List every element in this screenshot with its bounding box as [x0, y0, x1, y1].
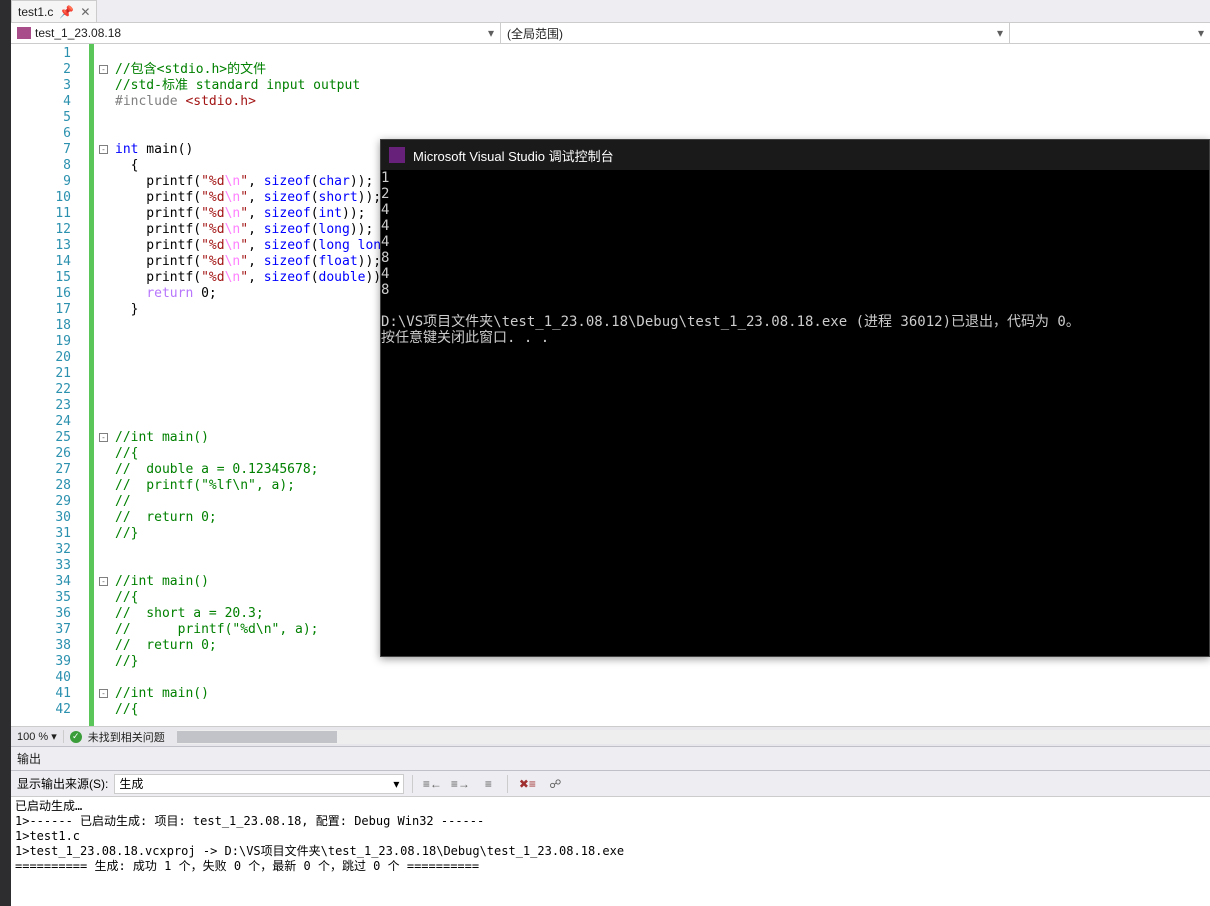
pin-icon[interactable]: 📌: [59, 5, 74, 19]
line-number: 28: [11, 478, 71, 494]
nav-dropdown-row: test_1_23.08.18 ▾ (全局范围) ▾ ▾: [11, 22, 1210, 44]
line-number: 10: [11, 190, 71, 206]
left-tool-rail[interactable]: [0, 0, 11, 906]
line-number: 39: [11, 654, 71, 670]
line-number: 20: [11, 350, 71, 366]
line-number: 23: [11, 398, 71, 414]
member-scope-dropdown[interactable]: ▾: [1010, 23, 1210, 43]
line-number: 11: [11, 206, 71, 222]
line-number: 15: [11, 270, 71, 286]
line-number: 26: [11, 446, 71, 462]
line-number: 4: [11, 94, 71, 110]
line-number: 30: [11, 510, 71, 526]
fold-toggle-icon[interactable]: -: [99, 689, 108, 698]
output-source-dropdown[interactable]: 生成 ▾: [114, 774, 404, 794]
line-number: 35: [11, 590, 71, 606]
tab-label: test1.c: [18, 5, 53, 19]
line-number: 21: [11, 366, 71, 382]
line-number: 3: [11, 78, 71, 94]
close-icon[interactable]: ✕: [80, 5, 90, 19]
line-number: 13: [11, 238, 71, 254]
console-output[interactable]: 1 2 4 4 4 8 4 8 D:\VS项目文件夹\test_1_23.08.…: [381, 170, 1209, 656]
vs-logo-icon: [389, 147, 405, 163]
toggle-wrap-icon[interactable]: ✖≡: [516, 774, 538, 794]
line-number: 19: [11, 334, 71, 350]
project-icon: [17, 27, 31, 39]
line-number: 8: [11, 158, 71, 174]
separator: [412, 775, 413, 793]
line-number: 18: [11, 318, 71, 334]
output-panel-title[interactable]: 输出: [11, 746, 1210, 771]
fold-toggle-icon[interactable]: -: [99, 65, 108, 74]
fold-toggle-icon[interactable]: -: [99, 577, 108, 586]
global-scope-dropdown[interactable]: (全局范围) ▾: [501, 23, 1010, 43]
line-number: 5: [11, 110, 71, 126]
horizontal-scrollbar[interactable]: [177, 730, 1210, 744]
line-number: 2: [11, 62, 71, 78]
change-marker-column: [89, 44, 94, 726]
line-number-gutter: 1234567891011121314151617181920212223242…: [11, 44, 89, 726]
file-tab[interactable]: test1.c 📌 ✕: [11, 0, 97, 22]
console-title-text: Microsoft Visual Studio 调试控制台: [413, 146, 614, 165]
editor-status-strip: 100 %▾ ✓ 未找到相关问题: [11, 726, 1210, 746]
line-number: 31: [11, 526, 71, 542]
debug-console-window[interactable]: Microsoft Visual Studio 调试控制台 1 2 4 4 4 …: [380, 139, 1210, 657]
line-number: 33: [11, 558, 71, 574]
clear-output-icon[interactable]: ≡: [477, 774, 499, 794]
line-number: 14: [11, 254, 71, 270]
line-number: 37: [11, 622, 71, 638]
project-scope-dropdown[interactable]: test_1_23.08.18 ▾: [11, 23, 501, 43]
line-number: 6: [11, 126, 71, 142]
line-number: 34: [11, 574, 71, 590]
line-number: 27: [11, 462, 71, 478]
console-titlebar[interactable]: Microsoft Visual Studio 调试控制台: [381, 140, 1209, 170]
output-toolbar: 显示输出来源(S): 生成 ▾ ≡← ≡→ ≡ ✖≡ ☍: [11, 771, 1210, 797]
fold-toggle-icon[interactable]: -: [99, 145, 108, 154]
scope1-label: test_1_23.08.18: [35, 26, 121, 40]
ok-status-icon: ✓: [70, 731, 82, 743]
line-number: 40: [11, 670, 71, 686]
line-number: 36: [11, 606, 71, 622]
output-panel: 输出 显示输出来源(S): 生成 ▾ ≡← ≡→ ≡ ✖≡ ☍ 已启动生成… 1…: [11, 746, 1210, 906]
editor-tab-strip: test1.c 📌 ✕: [11, 0, 1210, 22]
issues-label: 未找到相关问题: [88, 729, 165, 745]
scrollbar-thumb[interactable]: [177, 731, 337, 743]
line-number: 12: [11, 222, 71, 238]
chevron-down-icon: ▾: [1198, 26, 1204, 40]
line-number: 42: [11, 702, 71, 718]
line-number: 1: [11, 46, 71, 62]
line-number: 38: [11, 638, 71, 654]
chevron-down-icon: ▾: [997, 26, 1003, 40]
fold-toggle-icon[interactable]: -: [99, 433, 108, 442]
line-number: 7: [11, 142, 71, 158]
output-source-value: 生成: [119, 775, 143, 792]
line-number: 32: [11, 542, 71, 558]
chevron-down-icon: ▾: [393, 777, 399, 791]
fold-column: - - - - -: [99, 44, 111, 726]
prev-msg-icon[interactable]: ≡←: [421, 774, 443, 794]
output-source-label: 显示输出来源(S):: [17, 775, 108, 792]
line-number: 17: [11, 302, 71, 318]
separator: [507, 775, 508, 793]
zoom-dropdown[interactable]: 100 %▾: [11, 730, 64, 743]
output-text[interactable]: 已启动生成… 1>------ 已启动生成: 项目: test_1_23.08.…: [11, 797, 1210, 906]
scope2-label: (全局范围): [507, 25, 997, 42]
line-number: 29: [11, 494, 71, 510]
line-number: 22: [11, 382, 71, 398]
line-number: 9: [11, 174, 71, 190]
line-number: 25: [11, 430, 71, 446]
line-number: 16: [11, 286, 71, 302]
line-number: 24: [11, 414, 71, 430]
chevron-down-icon: ▾: [51, 730, 57, 743]
chevron-down-icon: ▾: [488, 26, 494, 40]
line-number: 41: [11, 686, 71, 702]
next-msg-icon[interactable]: ≡→: [449, 774, 471, 794]
link-icon[interactable]: ☍: [544, 774, 566, 794]
